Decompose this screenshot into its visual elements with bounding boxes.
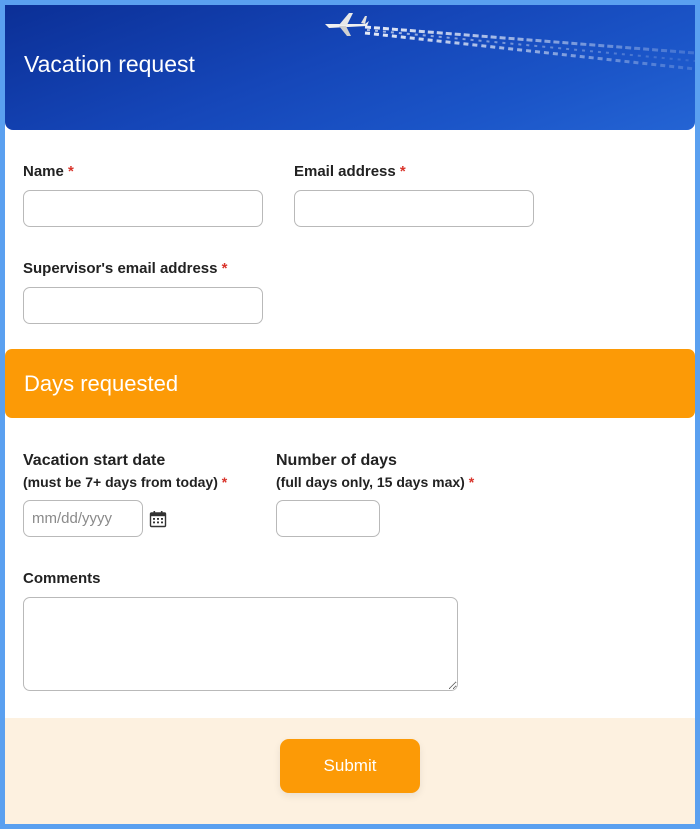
email-label: Email address * bbox=[294, 162, 406, 181]
required-marker: * bbox=[468, 474, 475, 490]
form-footer: Submit bbox=[5, 718, 695, 824]
name-input[interactable] bbox=[23, 190, 263, 227]
section-header: Days requested bbox=[5, 349, 695, 418]
days-sublabel-text: (full days only, 15 days max) bbox=[276, 474, 465, 490]
required-marker: * bbox=[221, 474, 228, 490]
required-marker: * bbox=[68, 163, 74, 180]
start-date-label: Vacation start date bbox=[23, 452, 166, 469]
name-label: Name * bbox=[23, 162, 74, 181]
start-date-sublabel-text: (must be 7+ days from today) bbox=[23, 474, 218, 490]
comments-textarea[interactable] bbox=[23, 597, 458, 691]
days-label: Number of days bbox=[276, 452, 397, 469]
required-marker: * bbox=[399, 163, 406, 180]
header-banner: Vacation request bbox=[5, 5, 695, 130]
airplane-icon bbox=[325, 13, 369, 36]
supervisor-email-input[interactable] bbox=[23, 287, 263, 324]
start-date-input[interactable] bbox=[23, 500, 143, 537]
calendar-icon[interactable] bbox=[149, 510, 167, 528]
form-frame: Vacation request Name * Email address * … bbox=[0, 0, 700, 829]
section-title: Days requested bbox=[24, 371, 179, 396]
supervisor-email-label: Supervisor's email address * bbox=[23, 259, 228, 278]
submit-button[interactable]: Submit bbox=[280, 739, 420, 793]
email-label-text: Email address bbox=[294, 163, 396, 180]
days-input[interactable] bbox=[276, 500, 380, 537]
required-marker: * bbox=[221, 260, 228, 277]
email-input[interactable] bbox=[294, 190, 534, 227]
start-date-sublabel: (must be 7+ days from today) * bbox=[23, 472, 227, 492]
supervisor-email-label-text: Supervisor's email address bbox=[23, 260, 218, 277]
comments-label: Comments bbox=[23, 570, 101, 587]
page-title: Vacation request bbox=[24, 51, 195, 77]
days-sublabel: (full days only, 15 days max) * bbox=[276, 472, 474, 492]
name-label-text: Name bbox=[23, 163, 64, 180]
